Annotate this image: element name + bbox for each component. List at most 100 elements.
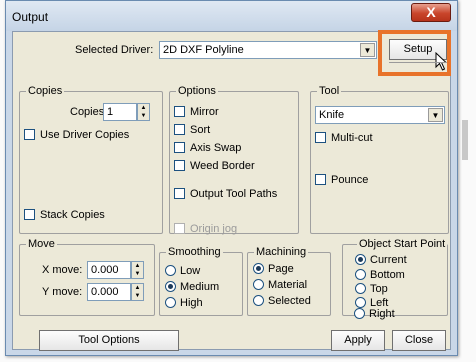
machining-group: Machining Page Material Selected	[247, 246, 331, 316]
smoothing-high-label: High	[180, 297, 203, 309]
x-move-label: X move:	[42, 264, 83, 276]
copies-group: Copies Copies: 1 ▲ ▼ Use Driver Copies St…	[19, 85, 163, 234]
multi-cut-checkbox[interactable]: Multi-cut	[315, 132, 373, 144]
tool-options-button[interactable]: Tool Options	[39, 330, 179, 351]
radio-dot[interactable]	[355, 297, 366, 308]
origin-jog-label: Origin jog	[190, 223, 238, 235]
driver-select-value: 2D DXF Polyline	[163, 44, 244, 56]
smoothing-group: Smoothing Low Medium High	[159, 246, 243, 316]
dialog-client-area: Selected Driver: 2D DXF Polyline ▼ Setup…	[12, 31, 451, 351]
background-scrollbar-right	[462, 120, 468, 160]
x-move-input[interactable]: 0.000	[87, 261, 131, 279]
axis-swap-label: Axis Swap	[190, 142, 242, 154]
output-tool-paths-label: Output Tool Paths	[190, 188, 278, 200]
output-tool-paths-checkbox[interactable]: Output Tool Paths	[174, 188, 277, 200]
use-driver-copies-label: Use Driver Copies	[40, 129, 130, 141]
checkbox-box[interactable]	[174, 160, 185, 171]
x-move-spinner[interactable]: ▲ ▼	[131, 261, 144, 279]
checkbox-box[interactable]	[174, 106, 185, 117]
stack-copies-checkbox[interactable]: Stack Copies	[24, 209, 105, 221]
pounce-label: Pounce	[331, 174, 369, 186]
mirror-label: Mirror	[190, 106, 219, 118]
object-start-point-group: Object Start Point Current Bottom Top Le…	[342, 238, 448, 316]
machining-selected-radio[interactable]: Selected	[253, 295, 311, 307]
multi-cut-label: Multi-cut	[331, 132, 373, 144]
options-group-title: Options	[176, 85, 218, 97]
start-point-top-label: Top	[370, 283, 388, 295]
machining-material-radio[interactable]: Material	[253, 279, 307, 291]
smoothing-medium-label: Medium	[180, 281, 220, 293]
smoothing-low-radio[interactable]: Low	[165, 265, 200, 277]
close-icon[interactable]: X	[411, 3, 451, 22]
start-point-right-radio[interactable]: Right	[354, 308, 395, 320]
object-start-point-group-title: Object Start Point	[357, 238, 448, 250]
y-move-input[interactable]: 0.000	[87, 283, 131, 301]
mirror-checkbox[interactable]: Mirror	[174, 106, 219, 118]
y-move-label: Y move:	[42, 286, 83, 298]
checkbox-box[interactable]	[24, 209, 35, 220]
use-driver-copies-checkbox[interactable]: Use Driver Copies	[24, 129, 129, 141]
title-bar: Output X	[6, 1, 457, 31]
radio-dot-selected[interactable]	[165, 281, 176, 292]
chevron-down-icon[interactable]: ▼	[360, 43, 375, 57]
stack-copies-label: Stack Copies	[40, 209, 105, 221]
radio-dot[interactable]	[165, 265, 176, 276]
start-point-bottom-label: Bottom	[370, 269, 405, 281]
sort-checkbox[interactable]: Sort	[174, 124, 210, 136]
radio-dot[interactable]	[253, 295, 264, 306]
radio-dot[interactable]	[354, 308, 365, 319]
machining-material-label: Material	[268, 279, 308, 291]
weed-border-label: Weed Border	[190, 160, 255, 172]
start-point-top-radio[interactable]: Top	[355, 283, 388, 295]
radio-dot-selected[interactable]	[253, 263, 264, 274]
smoothing-low-label: Low	[180, 265, 201, 277]
selected-driver-label: Selected Driver:	[75, 44, 154, 56]
copies-group-title: Copies	[26, 85, 65, 97]
tool-group-title: Tool	[317, 85, 342, 97]
chevron-down-icon[interactable]: ▼	[428, 108, 443, 122]
driver-select[interactable]: 2D DXF Polyline ▼	[159, 41, 377, 59]
radio-dot[interactable]	[165, 297, 176, 308]
move-group-title: Move	[26, 238, 57, 250]
close-button[interactable]: Close	[392, 330, 446, 351]
start-point-bottom-radio[interactable]: Bottom	[355, 269, 405, 281]
checkbox-box[interactable]	[24, 129, 35, 140]
radio-dot[interactable]	[253, 279, 264, 290]
checkbox-box[interactable]	[315, 132, 326, 143]
move-group: Move X move: 0.000 ▲ ▼ Y move: 0.000 ▲ ▼	[19, 238, 155, 316]
weed-border-checkbox[interactable]: Weed Border	[174, 160, 255, 172]
smoothing-group-title: Smoothing	[166, 246, 223, 258]
checkbox-box[interactable]	[174, 124, 185, 135]
tool-group: Tool Knife ▼ Multi-cut Pounce	[310, 85, 449, 234]
sort-label: Sort	[190, 124, 211, 136]
pounce-checkbox[interactable]: Pounce	[315, 174, 368, 186]
radio-dot[interactable]	[355, 283, 366, 294]
tool-select-value: Knife	[319, 109, 345, 121]
copies-input[interactable]: 1	[103, 103, 137, 121]
checkbox-box[interactable]	[174, 188, 185, 199]
machining-selected-label: Selected	[268, 295, 311, 307]
machining-page-label: Page	[268, 263, 294, 275]
checkbox-box[interactable]	[174, 142, 185, 153]
start-point-right-label: Right	[369, 308, 395, 320]
tool-select[interactable]: Knife ▼	[315, 106, 445, 124]
origin-jog-checkbox: Origin jog	[174, 223, 237, 235]
machining-group-title: Machining	[254, 246, 309, 258]
axis-swap-checkbox[interactable]: Axis Swap	[174, 142, 241, 154]
smoothing-high-radio[interactable]: High	[165, 297, 203, 309]
machining-page-radio[interactable]: Page	[253, 263, 294, 275]
checkbox-box	[174, 223, 185, 234]
radio-dot[interactable]	[355, 269, 366, 280]
copies-spinner[interactable]: ▲ ▼	[137, 103, 150, 121]
options-group: Options Mirror Sort Axis Swap Weed Borde…	[169, 85, 299, 235]
y-move-spinner[interactable]: ▲ ▼	[131, 283, 144, 301]
copies-label: Copies:	[70, 106, 108, 118]
setup-highlight-annotation	[378, 30, 451, 76]
window-title: Output	[12, 10, 49, 24]
smoothing-medium-radio[interactable]: Medium	[165, 281, 219, 293]
checkbox-box[interactable]	[315, 174, 326, 185]
apply-button[interactable]: Apply	[331, 330, 385, 351]
start-point-current-label: Current	[370, 254, 407, 266]
start-point-current-radio[interactable]: Current	[355, 254, 407, 266]
radio-dot-selected[interactable]	[355, 254, 366, 265]
